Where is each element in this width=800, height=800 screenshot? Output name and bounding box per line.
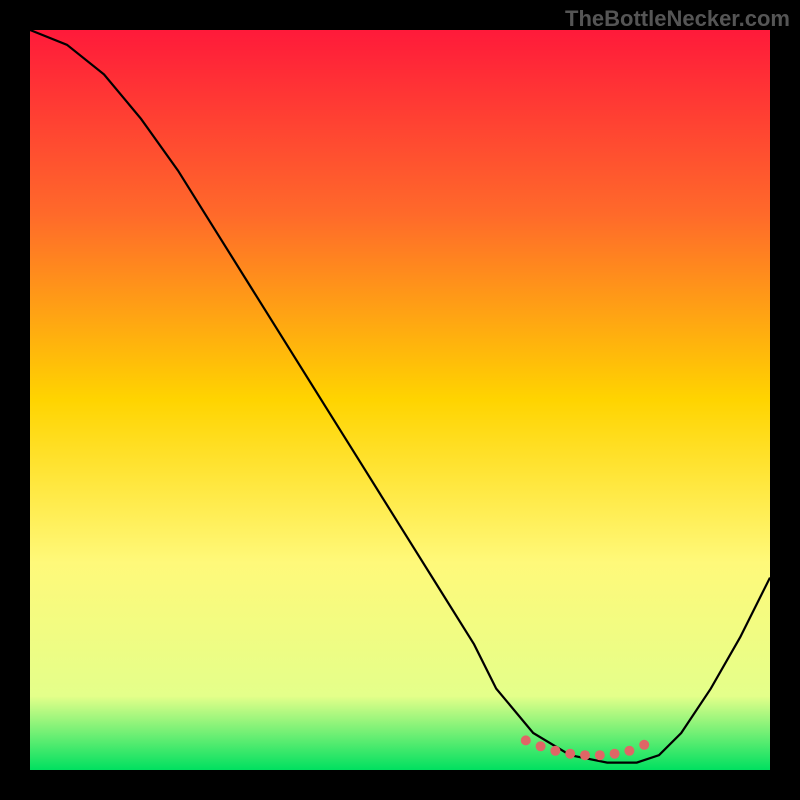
marker-dot — [580, 750, 590, 760]
marker-dot — [536, 741, 546, 751]
marker-dot — [521, 735, 531, 745]
chart-background — [30, 30, 770, 770]
chart-canvas — [30, 30, 770, 770]
chart-svg — [30, 30, 770, 770]
marker-dot — [610, 749, 620, 759]
marker-dot — [624, 746, 634, 756]
marker-dot — [565, 749, 575, 759]
marker-dot — [595, 750, 605, 760]
marker-dot — [550, 746, 560, 756]
watermark-label: TheBottleNecker.com — [565, 6, 790, 32]
marker-dot — [639, 740, 649, 750]
